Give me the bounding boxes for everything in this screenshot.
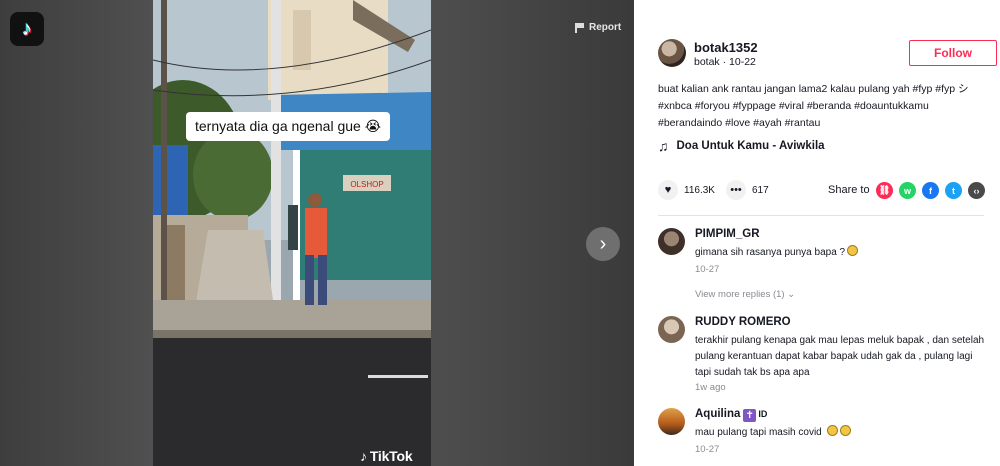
comment-username[interactable]: Aquilina ✝ ID: [695, 408, 767, 422]
comment-action[interactable]: ••• 617: [726, 180, 769, 200]
facebook-icon[interactable]: f: [922, 182, 939, 199]
comment-time: 1w ago: [695, 382, 726, 393]
whatsapp-icon[interactable]: w: [899, 182, 916, 199]
comment-text: gimana sih rasanya punya bapa ?: [695, 245, 989, 261]
sad-emoji-icon: [847, 245, 859, 256]
comment-username[interactable]: RUDDY ROMERO: [695, 316, 791, 328]
video-description: buat kalian ank rantau jangan lama2 kala…: [658, 83, 969, 129]
comment-avatar[interactable]: [658, 228, 685, 255]
chevron-down-icon: ⌄: [787, 289, 796, 300]
shop-sign: OLSHOP: [350, 180, 383, 189]
comment-time: 10-27: [695, 444, 720, 455]
sad-emoji-icon: [839, 425, 851, 436]
video-player[interactable]: OLSHOP: [153, 0, 431, 466]
country-tag: ID: [758, 409, 768, 419]
flag-icon: [575, 22, 584, 33]
comment-avatar[interactable]: [658, 408, 685, 435]
author-nickname: botak: [694, 56, 720, 68]
follow-button[interactable]: Follow: [909, 40, 997, 66]
video-caption-sticker: ternyata dia ga ngenal gue 😭: [186, 112, 391, 141]
cross-badge-icon: ✝: [743, 409, 757, 422]
sad-emoji-icon: [826, 425, 838, 436]
twitter-icon[interactable]: t: [945, 182, 962, 199]
view-replies-link[interactable]: View more replies (1) ⌄: [695, 289, 795, 300]
video-pane: OLSHOP ♪ Report ternyata dia ga ngenal g…: [0, 0, 634, 466]
author-meta: botak · 10-22: [694, 56, 756, 68]
comment-text: terakhir pulang kenapa gak mau lepas mel…: [695, 335, 985, 378]
comment-text: mau pulang tapi masih covid: [695, 425, 989, 441]
music-link[interactable]: ♫ Doa Untuk Kamu - Aviwkila: [658, 138, 825, 154]
comment-time: 10-27: [695, 264, 720, 275]
share-label: Share to: [828, 184, 870, 196]
divider: [658, 215, 984, 216]
author-username[interactable]: botak1352: [694, 40, 758, 55]
report-button[interactable]: Report: [575, 22, 621, 33]
heart-icon: ♥: [658, 180, 678, 200]
copy-link-icon[interactable]: ⛓: [876, 182, 893, 199]
video-frame-image: OLSHOP: [153, 0, 431, 466]
music-title: Doa Untuk Kamu - Aviwkila: [676, 140, 825, 152]
tiktok-logo-icon[interactable]: ♪: [10, 12, 44, 46]
comment-icon: •••: [726, 180, 746, 200]
next-video-button[interactable]: ›: [586, 227, 620, 261]
comment-item: Aquilina ✝ ID mau pulang tapi masih covid …: [658, 408, 988, 458]
author-avatar[interactable]: [658, 39, 686, 67]
embed-icon[interactable]: ‹›: [968, 182, 985, 199]
like-count: 116.3K: [684, 184, 715, 196]
post-date: 10-22: [729, 56, 756, 68]
comment-item: RUDDY ROMERO terakhir pulang kenapa gak …: [658, 316, 988, 396]
report-label: Report: [589, 22, 622, 33]
tiktok-note-icon: ♪: [360, 448, 367, 464]
music-note-icon: ♫: [658, 138, 669, 154]
comment-username[interactable]: PIMPIM_GR: [695, 228, 760, 240]
like-action[interactable]: ♥ 116.3K: [658, 180, 715, 200]
author-header: botak1352 botak · 10-22 Follow: [658, 38, 998, 72]
chevron-right-icon: ›: [599, 232, 607, 255]
comment-item: PIMPIM_GR gimana sih rasanya punya bapa …: [658, 228, 988, 308]
tiktok-watermark: ♪ TikTok: [360, 448, 413, 464]
actions-row: ♥ 116.3K ••• 617 Share to ⛓ w f t ‹›: [658, 180, 988, 202]
comment-avatar[interactable]: [658, 316, 685, 343]
comment-count: 617: [752, 184, 769, 196]
